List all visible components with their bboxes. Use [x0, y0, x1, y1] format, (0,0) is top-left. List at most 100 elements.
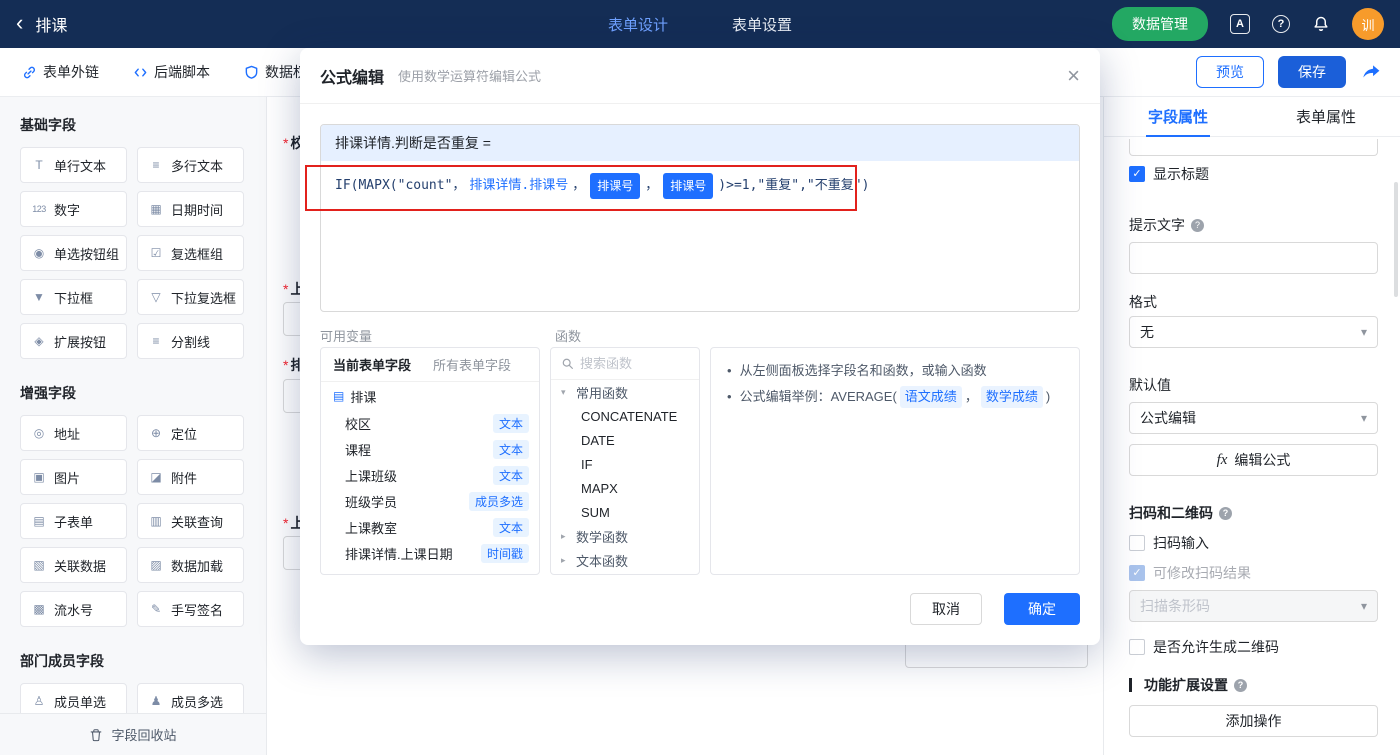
modify-scan-result-row: ✓ 可修改扫码结果	[1129, 563, 1378, 583]
input-partial[interactable]	[1129, 139, 1378, 156]
show-title-row[interactable]: ✓ 显示标题	[1129, 164, 1378, 184]
formula-code: )>=1,"重复","不重复")	[718, 178, 870, 193]
function-item[interactable]: DATE	[551, 428, 699, 452]
functions-panel: ▾ 常用函数 CONCATENATE DATE IF MAPX SUM ▸ 数学…	[550, 347, 700, 575]
chevron-down-icon: ▾	[1360, 325, 1367, 339]
function-item[interactable]: MAPX	[551, 476, 699, 500]
edit-formula-button[interactable]: fx 编辑公式	[1129, 444, 1378, 476]
field-divider-button[interactable]: ≡ 分割线	[137, 323, 244, 359]
preview-button[interactable]: 预览	[1196, 56, 1264, 88]
variable-item[interactable]: 班级学员 成员多选	[321, 488, 539, 514]
data-permission-item[interactable]: 数据权	[244, 62, 307, 82]
bullet-icon: •	[727, 389, 732, 404]
field-location-button[interactable]: ⊕ 定位	[137, 415, 244, 451]
show-title-checkbox[interactable]: ✓	[1129, 166, 1145, 182]
formula-code: IF(MAPX("count"，	[335, 178, 466, 193]
notification-bell-icon[interactable]	[1312, 15, 1330, 33]
recycle-bin-label: 字段回收站	[111, 728, 177, 743]
avatar[interactable]: 训	[1352, 8, 1384, 40]
variable-item[interactable]: 上课教室 文本	[321, 514, 539, 540]
variable-item[interactable]: 校区 文本	[321, 410, 539, 436]
allow-qrcode-checkbox[interactable]	[1129, 639, 1145, 655]
add-action-button[interactable]: 添加操作	[1129, 705, 1378, 737]
tab-current-form-fields[interactable]: 当前表单字段	[333, 355, 411, 374]
function-group-math[interactable]: ▸ 数学函数	[551, 524, 699, 548]
section-enhanced-fields: 增强字段	[20, 385, 76, 401]
field-datetime-button[interactable]: ▦ 日期时间	[137, 191, 244, 227]
field-signature-button[interactable]: ✎ 手写签名	[137, 591, 244, 627]
field-dropdown-button[interactable]: ▼ 下拉框	[20, 279, 127, 315]
back-icon[interactable]: ‹	[16, 12, 23, 34]
tab-form-properties[interactable]: 表单属性	[1252, 97, 1400, 136]
field-radio-group-button[interactable]: ◉ 单选按钮组	[20, 235, 127, 271]
scan-input-row[interactable]: 扫码输入	[1129, 533, 1378, 553]
field-serial-number-button[interactable]: ▩ 流水号	[20, 591, 127, 627]
field-extend-button-button[interactable]: ◈ 扩展按钮	[20, 323, 127, 359]
scan-input-checkbox[interactable]	[1129, 535, 1145, 551]
field-recycle-bin[interactable]: 字段回收站	[0, 713, 266, 755]
share-icon[interactable]	[1360, 61, 1382, 83]
functions-panel-label: 函数	[555, 329, 582, 344]
field-linked-data-button[interactable]: ▧ 关联数据	[20, 547, 127, 583]
subform-icon: ▤	[33, 514, 45, 528]
help-question-icon[interactable]: ?	[1219, 506, 1232, 520]
variable-item[interactable]: 排课详情.上课日期 时间戳	[321, 540, 539, 566]
field-image-button[interactable]: ▣ 图片	[20, 459, 127, 495]
help-question-icon[interactable]: ?	[1234, 678, 1247, 692]
section-basic-fields: 基础字段	[20, 117, 76, 133]
function-search-input[interactable]	[580, 356, 680, 371]
hint-text-input[interactable]	[1129, 242, 1378, 274]
tab-all-form-fields[interactable]: 所有表单字段	[433, 355, 511, 374]
format-label: 格式	[1129, 294, 1157, 310]
field-dropdown-multi-button[interactable]: ▽ 下拉复选框	[137, 279, 244, 315]
help-question-icon[interactable]: ?	[1191, 218, 1204, 232]
translate-icon[interactable]: A	[1230, 14, 1250, 34]
member-single-icon: ♙	[33, 694, 45, 708]
formula-field-chip[interactable]: 排课号	[590, 173, 641, 199]
field-multi-line-text-button[interactable]: ≡ 多行文本	[137, 147, 244, 183]
formula-field-ref[interactable]: 排课详情.排课号	[469, 174, 568, 198]
form-external-link-item[interactable]: 表单外链	[22, 62, 99, 82]
function-item[interactable]: IF	[551, 452, 699, 476]
hint-text-label: 提示文字 ?	[1129, 215, 1204, 235]
tab-form-settings[interactable]: 表单设置	[732, 14, 792, 35]
formula-input-area[interactable]: IF(MAPX("count"， 排课详情.排课号 ， 排课号 ， 排课号 )>…	[321, 161, 1079, 211]
function-item[interactable]: CONCATENATE	[551, 404, 699, 428]
tab-form-design[interactable]: 表单设计	[608, 14, 668, 35]
dropdown-multi-icon: ▽	[151, 290, 161, 304]
field-single-line-text-button[interactable]: T 单行文本	[20, 147, 127, 183]
variable-item[interactable]: 上课班级 文本	[321, 462, 539, 488]
cancel-button[interactable]: 取消	[910, 593, 982, 625]
format-select[interactable]: 无 ▾	[1129, 316, 1378, 348]
default-value-select[interactable]: 公式编辑 ▾	[1129, 402, 1378, 434]
field-subform-button[interactable]: ▤ 子表单	[20, 503, 127, 539]
field-checkbox-group-button[interactable]: ☑ 复选框组	[137, 235, 244, 271]
function-search[interactable]	[551, 348, 699, 380]
tab-field-properties[interactable]: 字段属性	[1104, 97, 1252, 136]
scan-mode-select: 扫描条形码 ▾	[1129, 590, 1378, 622]
field-data-load-button[interactable]: ▨ 数据加载	[137, 547, 244, 583]
field-address-button[interactable]: ◎ 地址	[20, 415, 127, 451]
close-icon[interactable]: ×	[1067, 64, 1080, 87]
formula-field-chip[interactable]: 排课号	[663, 173, 714, 199]
field-attachment-button[interactable]: ◪ 附件	[137, 459, 244, 495]
variables-tree-root[interactable]: ▤ 排课	[321, 382, 539, 410]
data-manage-button[interactable]: 数据管理	[1112, 7, 1208, 41]
scrollbar-thumb[interactable]	[1394, 182, 1398, 297]
field-lookup-button[interactable]: ▥ 关联查询	[137, 503, 244, 539]
function-group-text[interactable]: ▸ 文本函数	[551, 548, 699, 572]
formula-edit-modal: 公式编辑 使用数学运算符编辑公式 × 排课详情.判断是否重复 = IF(MAPX…	[300, 48, 1100, 645]
function-group-common[interactable]: ▾ 常用函数	[551, 380, 699, 404]
search-icon	[562, 358, 573, 369]
backend-script-label: 后端脚本	[154, 64, 210, 80]
field-type-tag: 文本	[492, 465, 529, 485]
help-icon[interactable]: ?	[1272, 15, 1290, 33]
function-item[interactable]: SUM	[551, 500, 699, 524]
field-number-button[interactable]: 123 数字	[20, 191, 127, 227]
confirm-button[interactable]: 确定	[1004, 593, 1080, 625]
allow-qrcode-row[interactable]: 是否允许生成二维码	[1129, 637, 1378, 657]
backend-script-item[interactable]: 后端脚本	[133, 62, 210, 82]
variable-item[interactable]: 课程 文本	[321, 436, 539, 462]
number-icon: 123	[32, 204, 46, 214]
save-button[interactable]: 保存	[1278, 56, 1346, 88]
